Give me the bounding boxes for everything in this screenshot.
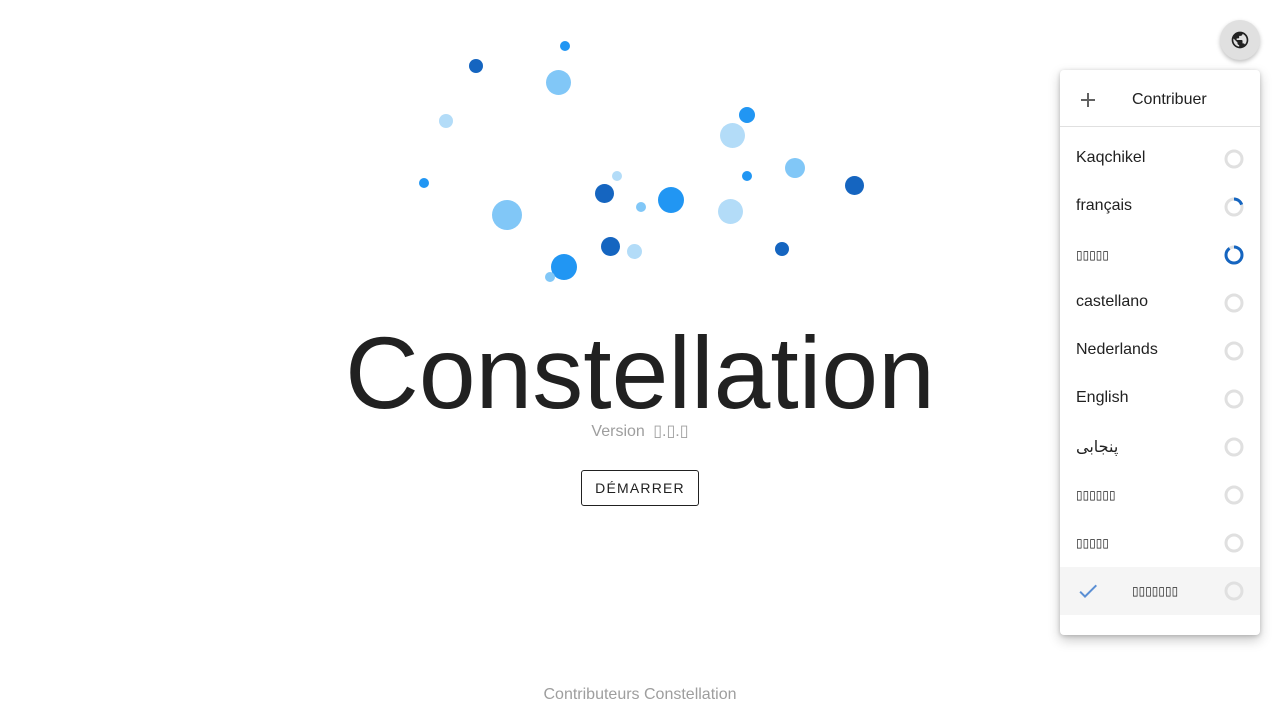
constellation-dot (601, 237, 620, 256)
progress-ring-icon (1224, 197, 1244, 217)
start-button[interactable]: Démarrer (581, 470, 699, 506)
constellation-dot (739, 107, 755, 123)
constellation-dot (785, 158, 805, 178)
plus-icon (1081, 93, 1095, 107)
language-label: English (1076, 389, 1129, 406)
language-button[interactable] (1220, 20, 1260, 60)
progress-track (1224, 533, 1244, 553)
progress-track (1224, 389, 1244, 409)
progress-track (1224, 341, 1244, 361)
constellation-dot (658, 187, 684, 213)
progress-ring-icon (1224, 437, 1244, 457)
language-label: ▯▯▯▯▯▯ (1076, 488, 1116, 502)
constellation-dot (439, 114, 453, 128)
version-number: ▯.▯.▯ (653, 423, 689, 440)
progress-track (1224, 149, 1244, 169)
constellation-dot (742, 171, 752, 181)
progress-ring-icon (1224, 245, 1244, 265)
language-item[interactable]: ▯▯▯▯▯ (1060, 231, 1260, 279)
language-item[interactable]: Kaqchikel (1060, 135, 1260, 183)
progress-track (1224, 581, 1244, 601)
progress-ring-icon (1224, 533, 1244, 553)
language-list: Kaqchikel français ▯▯▯▯▯ castellano Nede… (1060, 127, 1260, 615)
progress-ring-icon (1224, 485, 1244, 505)
contributors-link[interactable]: Contributeurs Constellation (0, 686, 1280, 704)
constellation-dot (545, 272, 555, 282)
constellation-dot (546, 70, 571, 95)
progress-track (1224, 293, 1244, 313)
language-label: ▯▯▯▯▯▯▯ (1132, 584, 1179, 598)
constellation-dot (560, 41, 570, 51)
progress-ring-icon (1224, 341, 1244, 361)
constellation-dot (636, 202, 646, 212)
language-item[interactable]: پنجابی (1060, 423, 1260, 471)
language-menu: Contribuer Kaqchikel français ▯▯▯▯▯ cast… (1060, 70, 1260, 635)
language-item[interactable]: ▯▯▯▯▯ (1060, 519, 1260, 567)
progress-track (1224, 485, 1244, 505)
constellation-dot (775, 242, 789, 256)
constellation-dot (469, 59, 483, 73)
constellation-dot (627, 244, 642, 259)
language-label: castellano (1076, 293, 1149, 310)
language-item[interactable]: ▯▯▯▯▯▯ (1060, 471, 1260, 519)
language-label: ▯▯▯▯▯ (1076, 248, 1110, 262)
language-item[interactable]: English (1060, 375, 1260, 423)
language-label: ▯▯▯▯▯ (1076, 536, 1110, 550)
constellation-dot (612, 171, 622, 181)
check-icon (1079, 584, 1097, 598)
constellation-dot (419, 178, 429, 188)
constellation-dot (718, 199, 743, 224)
language-item[interactable]: Nederlands (1060, 327, 1260, 375)
contribute-item[interactable]: Contribuer (1060, 70, 1260, 127)
progress-ring-icon (1224, 389, 1244, 409)
language-label: Kaqchikel (1076, 149, 1146, 166)
progress-arc (1224, 245, 1244, 265)
version-label: Version (591, 423, 645, 440)
language-item[interactable]: français (1060, 183, 1260, 231)
constellation-dot (720, 123, 745, 148)
progress-ring-icon (1224, 149, 1244, 169)
language-label: پنجابی (1076, 439, 1119, 456)
progress-ring-icon (1224, 293, 1244, 313)
globe-icon (1231, 31, 1249, 49)
constellation-dot (595, 184, 614, 203)
progress-ring-icon (1224, 581, 1244, 601)
language-item-selected[interactable]: ▯▯▯▯▯▯▯ (1060, 567, 1260, 615)
language-label: français (1076, 197, 1133, 214)
start-page: Constellation Version ▯.▯.▯ Démarrer Con… (0, 0, 1280, 720)
language-item[interactable]: castellano (1060, 279, 1260, 327)
constellation-dot (845, 176, 864, 195)
contribute-label: Contribuer (1132, 91, 1207, 108)
constellation-dot (492, 200, 522, 230)
progress-track (1224, 437, 1244, 457)
language-label: Nederlands (1076, 341, 1158, 358)
